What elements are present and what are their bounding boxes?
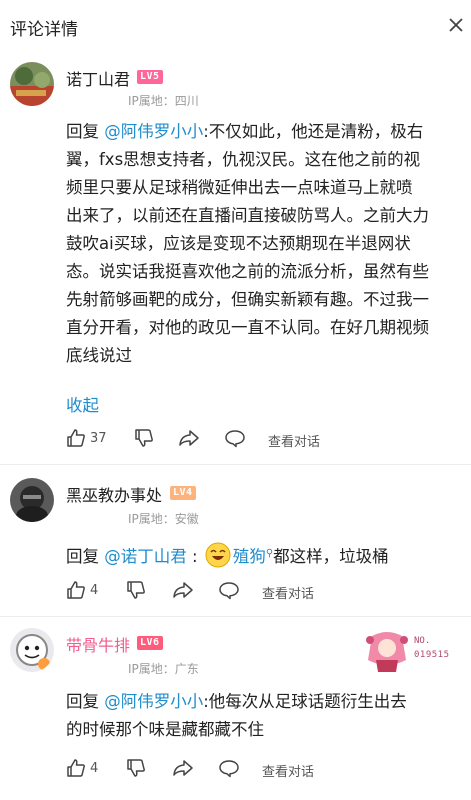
mention-link[interactable]: @诺丁山君 xyxy=(104,547,187,566)
comment-actions: 4 查看对话 xyxy=(66,580,466,604)
reply-prefix: 回复 xyxy=(66,122,105,141)
comment-bubble-icon xyxy=(225,430,245,448)
share-button[interactable] xyxy=(178,428,200,448)
comment-text-line: 鼓吹ai买球，应该是变现不达预期现在半退网状 xyxy=(66,234,411,253)
fan-badge-number: 019515 xyxy=(414,650,450,660)
thumbs-down-icon xyxy=(135,429,153,447)
mention-link[interactable]: @阿伟罗小小 xyxy=(104,122,203,141)
comment-text: 都这样，垃圾桶 xyxy=(273,547,389,566)
share-button[interactable] xyxy=(172,580,194,600)
level-badge: LV4 xyxy=(170,486,196,500)
page-header: 评论详情 xyxy=(0,0,471,54)
like-count: 37 xyxy=(90,430,107,446)
laughing-emoji-icon xyxy=(205,542,231,568)
reply-button[interactable] xyxy=(224,428,246,448)
separator: : xyxy=(186,547,203,566)
comment-bubble-icon xyxy=(219,760,239,778)
comment-text-line: 底线说过 xyxy=(66,346,132,365)
search-keyword-link[interactable]: 殖狗 xyxy=(233,547,266,566)
reply-prefix: 回复 xyxy=(66,547,105,566)
comment-actions: 4 查看对话 xyxy=(66,758,466,782)
divider xyxy=(0,616,471,617)
comment-text-line: :不仅如此，他还是清粉，极右 xyxy=(203,122,424,141)
comment-text-line: :他每次从足球话题衍生出去 xyxy=(203,692,407,711)
dislike-button[interactable] xyxy=(126,580,146,600)
thumbs-up-icon xyxy=(67,759,85,777)
view-conversation-link[interactable]: 查看对话 xyxy=(262,583,314,602)
comment-text-line: 出来了，以前还在直播间直接破防骂人。之前大力 xyxy=(66,206,429,225)
username[interactable]: 黑巫教办事处 xyxy=(66,482,162,506)
like-button[interactable]: 37 xyxy=(66,428,107,448)
thumbs-down-icon xyxy=(127,581,145,599)
comment-actions: 37 查看对话 xyxy=(66,428,466,452)
avatar[interactable] xyxy=(10,62,54,106)
divider xyxy=(0,464,471,465)
like-count: 4 xyxy=(90,760,99,776)
share-icon xyxy=(173,760,193,776)
thumbs-up-icon xyxy=(67,581,85,599)
username[interactable]: 诺丁山君 xyxy=(66,66,130,90)
share-icon xyxy=(179,430,199,446)
comment-text-line: 的时候那个味是藏都藏不住 xyxy=(66,720,264,739)
level-badge: LV5 xyxy=(137,70,163,84)
ip-location: IP属地：广东 xyxy=(128,662,199,676)
comment-bubble-icon xyxy=(219,582,239,600)
page-title: 评论详情 xyxy=(10,19,78,40)
reply-prefix: 回复 xyxy=(66,692,105,711)
like-button[interactable]: 4 xyxy=(66,758,98,778)
comment-body: 回复 @阿伟罗小小:不仅如此，他还是清粉，极右 翼，fxs思想支持者，仇视汉民。… xyxy=(66,118,462,370)
collapse-link[interactable]: 收起 xyxy=(66,392,99,416)
like-count: 4 xyxy=(90,582,99,598)
view-conversation-link[interactable]: 查看对话 xyxy=(268,431,320,450)
avatar[interactable] xyxy=(10,478,54,522)
dislike-button[interactable] xyxy=(126,758,146,778)
reply-button[interactable] xyxy=(218,580,240,600)
dislike-button[interactable] xyxy=(134,428,154,448)
comment-text-line: 先射箭够画靶的成分，但确实新颖有趣。不过我一 xyxy=(66,290,429,309)
share-icon xyxy=(173,582,193,598)
fan-badge: NO. 019515 xyxy=(362,630,462,672)
thumbs-up-icon xyxy=(67,429,85,447)
like-button[interactable]: 4 xyxy=(66,580,98,600)
fan-badge-label: NO. xyxy=(414,636,431,646)
comment-text-line: 态。说实话我挺喜欢他之前的流派分析，虽然有些 xyxy=(66,262,429,281)
username[interactable]: 带骨牛排 xyxy=(66,632,130,656)
comment-text-line: 频里只要从足球稍微延伸出去一点味道马上就喷 xyxy=(66,178,413,197)
thumbs-down-icon xyxy=(127,759,145,777)
ip-location: IP属地：安徽 xyxy=(128,512,199,526)
ip-location: IP属地：四川 xyxy=(128,94,199,108)
comment-text-line: 直分开看，对他的政见一直不认同。在好几期视频 xyxy=(66,318,429,337)
comment-text-line: 翼，fxs思想支持者，仇视汉民。这在他之前的视 xyxy=(66,150,421,169)
close-icon[interactable] xyxy=(445,14,467,36)
reply-button[interactable] xyxy=(218,758,240,778)
avatar[interactable] xyxy=(10,628,54,672)
share-button[interactable] xyxy=(172,758,194,778)
view-conversation-link[interactable]: 查看对话 xyxy=(262,761,314,780)
level-badge: LV6 xyxy=(137,636,163,650)
comment-body: 回复 @诺丁山君 : 殖狗⚲都这样，垃圾桶 xyxy=(66,540,462,571)
mention-link[interactable]: @阿伟罗小小 xyxy=(104,692,203,711)
anime-character-icon xyxy=(366,632,408,672)
comment-body: 回复 @阿伟罗小小:他每次从足球话题衍生出去 的时候那个味是藏都藏不住 xyxy=(66,688,462,744)
